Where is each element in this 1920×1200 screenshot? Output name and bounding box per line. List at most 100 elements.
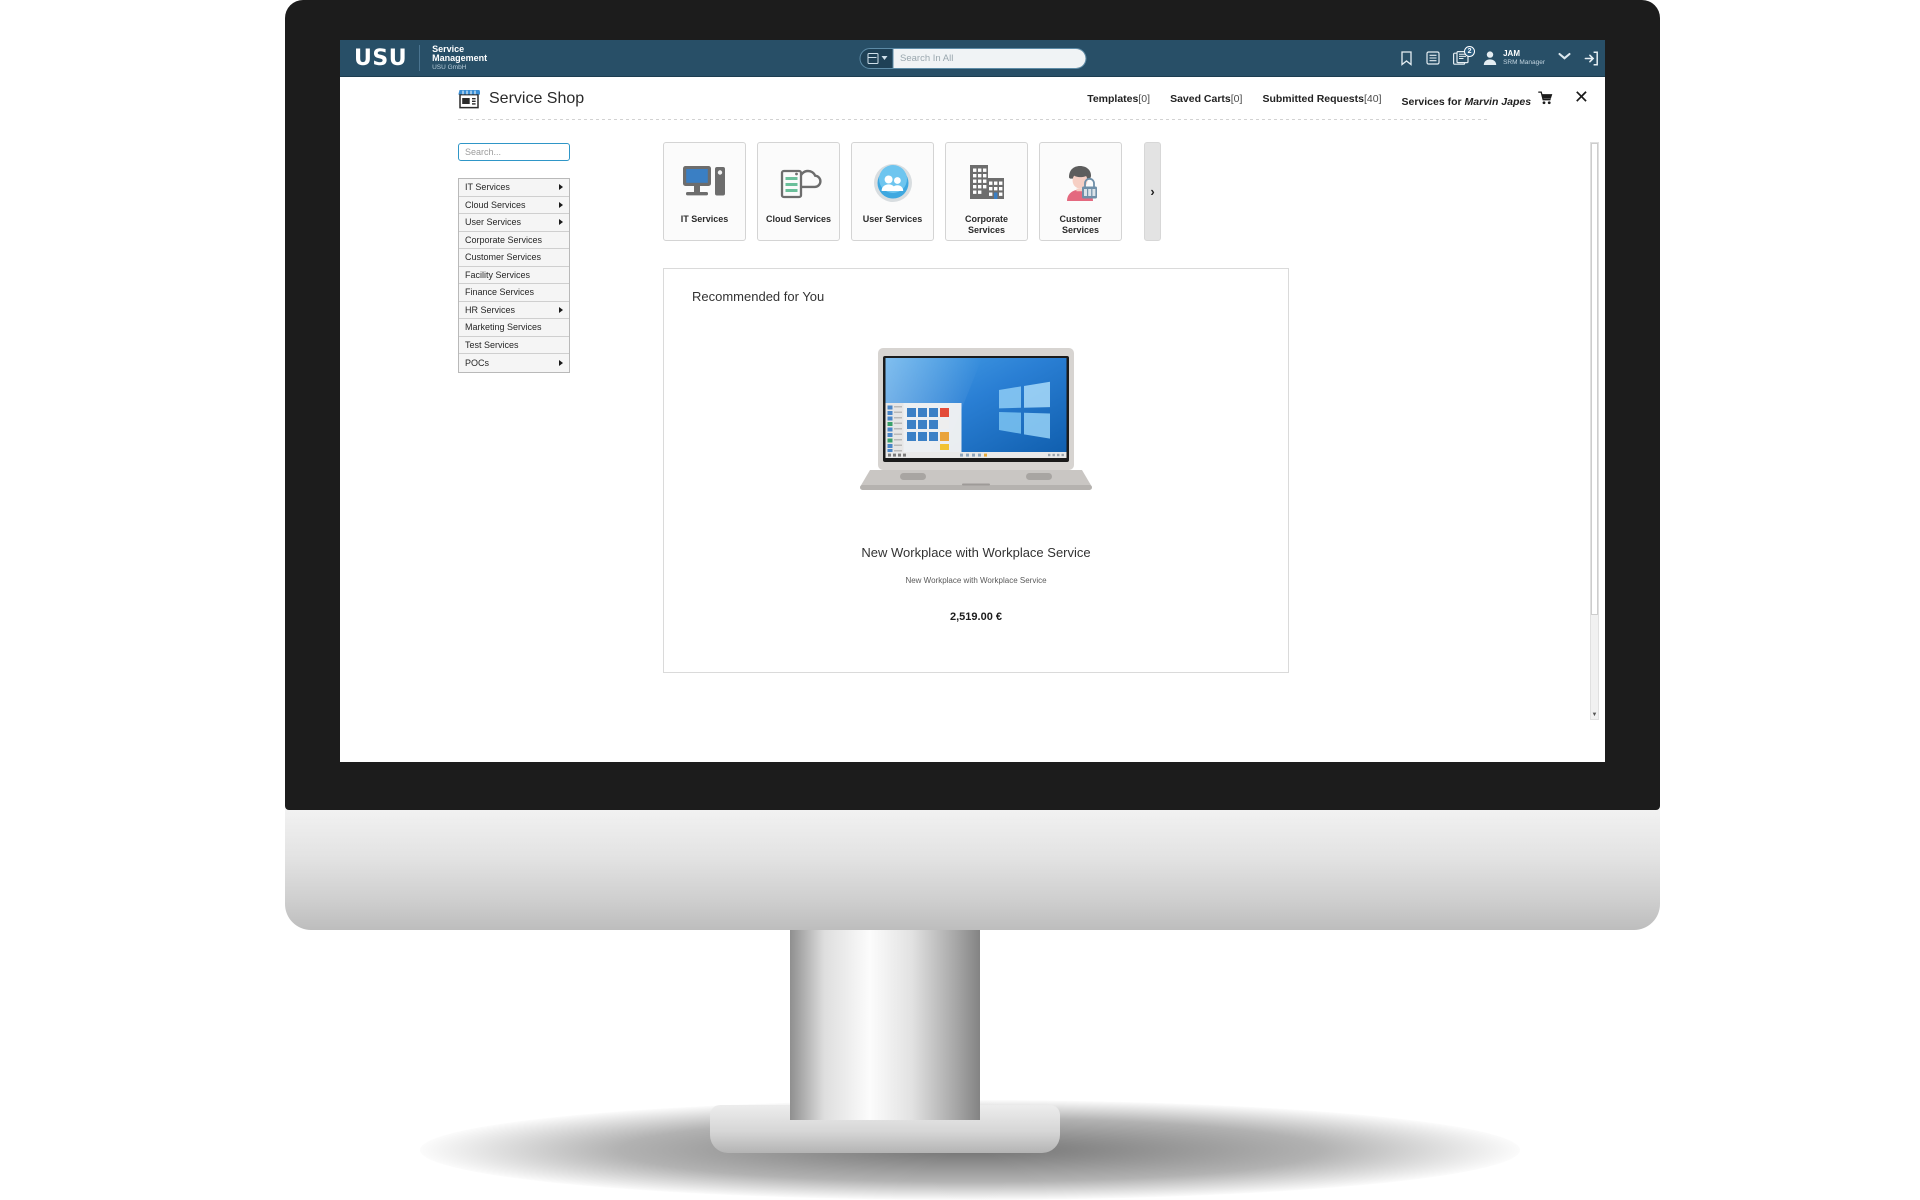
tile-label: User Services: [862, 214, 923, 224]
global-search[interactable]: [859, 47, 1086, 69]
usu-wordmark: USU: [354, 45, 408, 71]
sidebar-item-hr-services[interactable]: HR Services: [459, 301, 569, 319]
user-menu[interactable]: JAM SRM Manager: [1482, 49, 1545, 66]
nav-submitted-requests-label: Submitted Requests: [1262, 93, 1364, 105]
sidebar-item-finance-services[interactable]: Finance Services: [459, 284, 569, 302]
nav-templates[interactable]: Templates[0]: [1087, 93, 1150, 105]
sidebar-item-label: Finance Services: [465, 287, 535, 298]
tile-label: IT Services: [680, 214, 729, 224]
news-icon[interactable]: 2: [1453, 46, 1476, 65]
nav-submitted-requests-count: [40]: [1363, 93, 1382, 105]
user-role: SRM Manager: [1503, 58, 1545, 66]
logo-subtitle: Service Management USU GmbH: [432, 44, 488, 72]
nav-saved-carts[interactable]: Saved Carts[0]: [1170, 93, 1242, 105]
recommended-title: Recommended for You: [692, 289, 825, 304]
topbar-right-cluster: 2 JAM SRM Manager: [1400, 46, 1599, 66]
monitor-scene: USU Service Management USU GmbH Search I…: [0, 0, 1920, 1200]
desktop-computer-icon: [682, 158, 728, 208]
product-name: New Workplace with Workplace Service: [861, 545, 1091, 560]
sidebar-item-marketing-services[interactable]: Marketing Services: [459, 319, 569, 337]
main-content: IT Services Cloud Services User Services…: [663, 142, 1605, 712]
tile-label: Cloud Services: [765, 214, 832, 224]
users-globe-icon: [873, 158, 913, 208]
sidebar-item-test-services[interactable]: Test Services: [459, 336, 569, 354]
sidebar-item-pocs[interactable]: POCs: [459, 354, 569, 372]
chevron-right-icon: [559, 359, 563, 366]
sidebar-item-label: POCs: [465, 357, 490, 368]
tile-customer-services[interactable]: Customer Services: [1039, 142, 1122, 241]
page-body: IT Services Cloud Services User Services…: [340, 120, 1605, 720]
sidebar-item-label: User Services: [465, 217, 522, 228]
scrollbar-thumb[interactable]: [1591, 143, 1598, 615]
recommended-panel: Recommended for You New Workplace with W…: [663, 268, 1289, 673]
search-scope-selector[interactable]: [860, 48, 893, 68]
sidebar-item-label: IT Services: [465, 182, 510, 193]
sidebar-item-label: Corporate Services: [465, 234, 543, 245]
chevron-right-icon: [559, 201, 563, 208]
office-buildings-icon: [966, 158, 1008, 208]
sidebar-item-user-services[interactable]: User Services: [459, 214, 569, 232]
bookmark-icon[interactable]: [1400, 50, 1413, 66]
chevron-right-icon: [559, 184, 563, 191]
sidebar-item-label: Facility Services: [465, 269, 531, 280]
sidebar-item-label: Customer Services: [465, 252, 542, 263]
page-title: Service Shop: [489, 90, 585, 107]
sidebar-item-label: HR Services: [465, 304, 516, 315]
sidebar-item-facility-services[interactable]: Facility Services: [459, 266, 569, 284]
sidebar-item-corporate-services[interactable]: Corporate Services: [459, 231, 569, 249]
services-for-person: Marvin Japes: [1464, 95, 1532, 108]
logout-icon[interactable]: [1584, 50, 1599, 66]
services-for-prefix: Services for: [1401, 95, 1465, 108]
logo-line-3: USU GmbH: [432, 63, 467, 71]
logo-line-2: Management: [432, 53, 488, 64]
sidebar-item-label: Marketing Services: [465, 322, 542, 333]
page-title-row: Service Shop Templates[0] Saved Carts[0]…: [340, 89, 1605, 109]
shop-icon: [458, 90, 480, 109]
sidebar-item-cloud-services[interactable]: Cloud Services: [459, 196, 569, 214]
user-identity: JAM SRM Manager: [1503, 49, 1545, 66]
nav-services-for-user[interactable]: Services for Marvin Japes: [1401, 90, 1553, 108]
tile-cloud-services[interactable]: Cloud Services: [757, 142, 840, 241]
product-price: 2,519.00 €: [950, 611, 1002, 623]
app-logo[interactable]: USU Service Management USU GmbH: [354, 44, 488, 72]
category-search-input[interactable]: [458, 143, 570, 161]
avatar-icon: [1483, 51, 1497, 65]
tile-it-services[interactable]: IT Services: [663, 142, 746, 241]
search-input[interactable]: [893, 48, 1085, 68]
shopping-cart-icon[interactable]: [1538, 90, 1553, 105]
laptop-windows-desktop-image: [860, 348, 1092, 490]
page-header: Service Shop Templates[0] Saved Carts[0]…: [340, 77, 1605, 120]
content-scrollbar[interactable]: ▲ ▼: [1590, 142, 1599, 720]
category-list: IT Services Cloud Services User Services…: [458, 178, 570, 373]
product-card[interactable]: New Workplace with Workplace Service New…: [664, 346, 1288, 623]
user-name: JAM: [1503, 49, 1520, 59]
chevron-down-icon[interactable]: [1558, 52, 1571, 64]
shopper-person-icon: [1060, 158, 1102, 208]
page-nav-links: Templates[0] Saved Carts[0] Submitted Re…: [1087, 90, 1583, 108]
product-description: New Workplace with Workplace Service: [905, 576, 1047, 585]
list-icon[interactable]: [1426, 51, 1440, 65]
logo-divider: [419, 45, 421, 71]
tile-label: Corporate Services: [964, 214, 1008, 236]
sidebar-item-it-services[interactable]: IT Services: [459, 179, 569, 197]
chevron-right-icon: [559, 219, 563, 226]
close-button[interactable]: ✕: [1574, 89, 1589, 107]
sidebar-item-customer-services[interactable]: Customer Services: [459, 249, 569, 267]
sidebar-item-label: Cloud Services: [465, 199, 526, 210]
carousel-next-button[interactable]: ›: [1144, 142, 1161, 241]
tile-label: Customer Services: [1059, 214, 1102, 236]
category-sidebar: IT Services Cloud Services User Services…: [458, 142, 663, 712]
tile-user-services[interactable]: User Services: [851, 142, 934, 241]
monitor-lower-bezel: [285, 808, 1660, 930]
chevron-right-icon: [559, 306, 563, 313]
nav-submitted-requests[interactable]: Submitted Requests[40]: [1262, 93, 1381, 105]
chevron-down-icon: [881, 56, 887, 60]
scroll-down-arrow-icon[interactable]: ▼: [1591, 710, 1598, 719]
tile-corporate-services[interactable]: Corporate Services: [945, 142, 1028, 241]
nav-templates-label: Templates: [1087, 93, 1139, 105]
nav-saved-carts-count: [0]: [1230, 93, 1243, 105]
news-badge-count: 2: [1464, 46, 1476, 57]
cloud-server-icon: [776, 158, 822, 208]
category-tiles: IT Services Cloud Services User Services…: [663, 142, 1579, 241]
sidebar-item-label: Test Services: [465, 339, 519, 350]
